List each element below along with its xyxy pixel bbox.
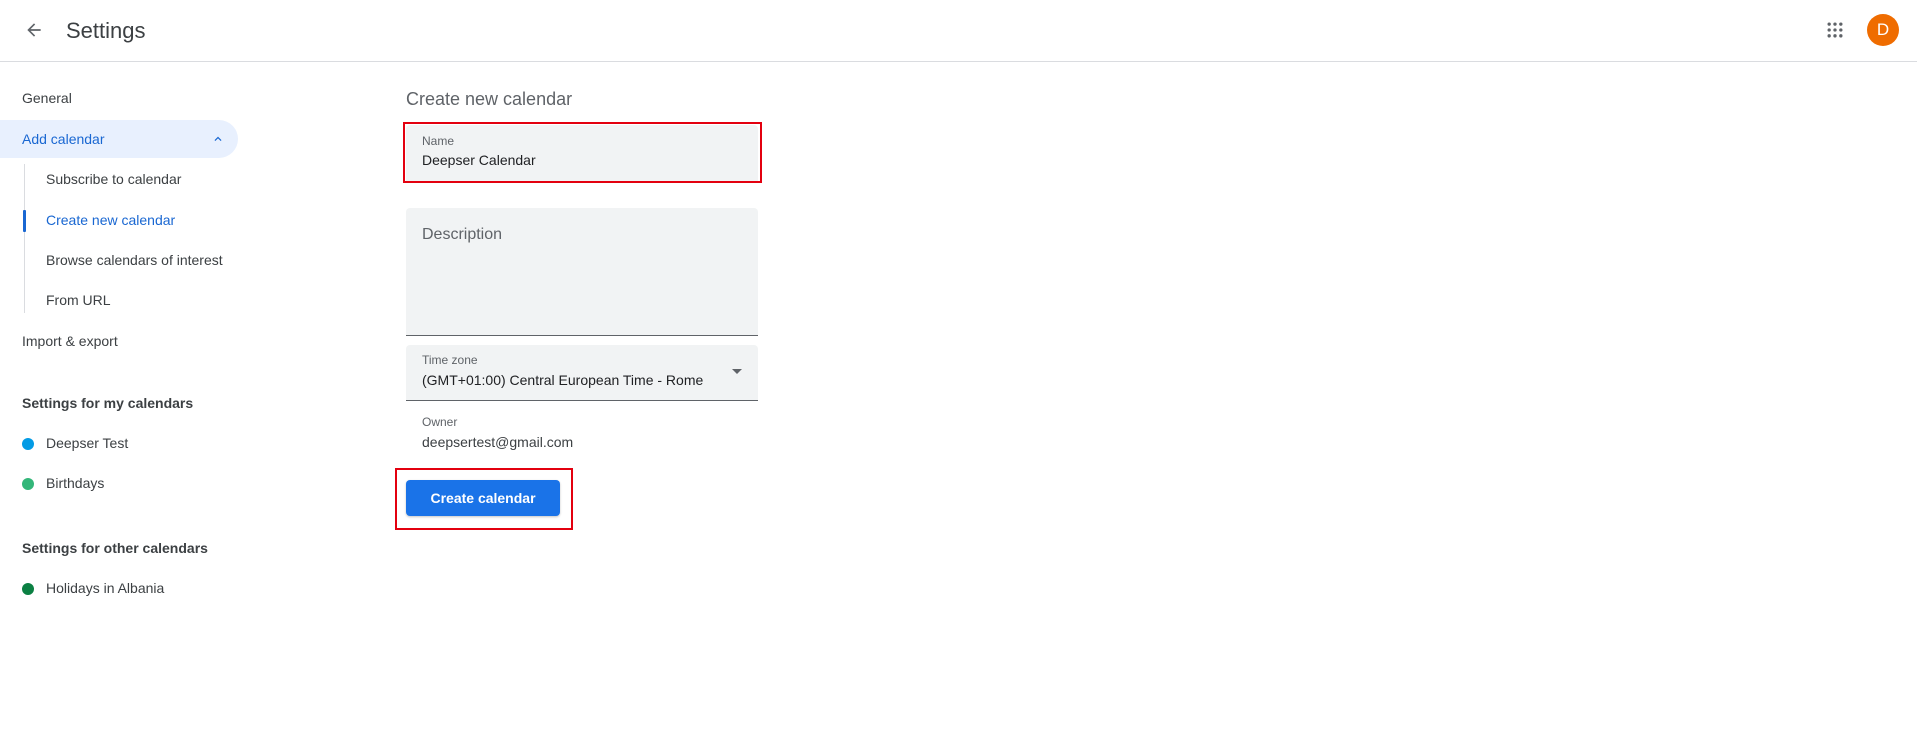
sidebar-item-label: Add calendar (22, 131, 105, 147)
create-calendar-button[interactable]: Create calendar (406, 480, 560, 516)
dropdown-arrow-icon (732, 369, 742, 374)
page-title: Settings (66, 18, 146, 43)
time-zone-label: Time zone (422, 353, 478, 367)
apps-grid-icon (1827, 22, 1843, 38)
sidebar-item-add-calendar[interactable]: Add calendar (0, 120, 238, 158)
chevron-up-icon (208, 129, 228, 149)
description-placeholder: Description (422, 226, 503, 243)
my-calendars-heading: Settings for my calendars (22, 395, 194, 411)
sidebar-item-import-export[interactable]: Import & export (0, 322, 238, 360)
calendar-color-dot (22, 478, 34, 490)
description-field[interactable]: Description (406, 208, 758, 336)
name-input[interactable] (422, 152, 742, 168)
owner-label: Owner (422, 415, 458, 429)
sidebar-item-browse-calendars[interactable]: Browse calendars of interest (0, 241, 238, 279)
sidebar-item-from-url[interactable]: From URL (0, 281, 238, 319)
calendar-color-dot (22, 438, 34, 450)
sidebar-item-general[interactable]: General (0, 79, 238, 117)
owner-value: deepsertest@gmail.com (422, 434, 574, 450)
top-bar: Settings D (0, 0, 1917, 62)
google-apps-button[interactable] (1815, 10, 1855, 50)
name-field-label: Name (422, 134, 455, 148)
form-title: Create new calendar (406, 89, 573, 109)
back-button[interactable] (14, 10, 54, 50)
sidebar-item-deepser-test[interactable]: Deepser Test (46, 435, 128, 451)
calendar-color-dot (22, 583, 34, 595)
arrow-back-icon (27, 23, 41, 37)
sidebar-item-create-new-calendar[interactable]: Create new calendar (0, 201, 238, 239)
name-field[interactable]: Name (406, 125, 758, 183)
sidebar-item-holidays-in-albania[interactable]: Holidays in Albania (46, 580, 164, 596)
time-zone-select[interactable]: Time zone (GMT+01:00) Central European T… (406, 345, 758, 401)
sidebar-item-subscribe-to-calendar[interactable]: Subscribe to calendar (0, 160, 238, 198)
account-avatar[interactable]: D (1867, 14, 1899, 46)
settings-sidebar: General Add calendar Subscribe to calend… (0, 62, 250, 733)
sidebar-item-birthdays[interactable]: Birthdays (46, 475, 104, 491)
other-calendars-heading: Settings for other calendars (22, 540, 208, 556)
time-zone-value: (GMT+01:00) Central European Time - Rome (422, 372, 704, 388)
